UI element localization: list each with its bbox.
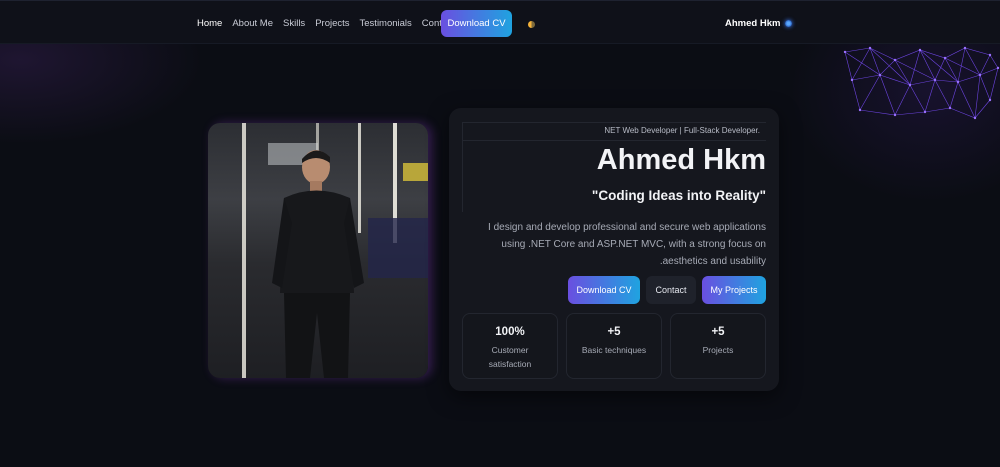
stat-card-techniques: +5 Basic techniques (566, 313, 662, 379)
hero-card: NET Web Developer | Full-Stack Developer… (449, 108, 779, 391)
stat-value: +5 (711, 326, 725, 338)
stat-card-projects: +5 Projects (670, 313, 766, 379)
hero-description: I design and develop professional and se… (488, 222, 766, 267)
job-subtitle: NET Web Developer | Full-Stack Developer… (604, 126, 760, 135)
nav-link-skills[interactable]: Skills (283, 18, 305, 29)
stat-value: 100% (495, 326, 525, 338)
contact-button[interactable]: Contact (646, 276, 696, 304)
divider (462, 140, 766, 141)
globe-dot-icon (785, 20, 793, 27)
hero-tagline: "Coding Ideas into Reality" (591, 188, 766, 203)
download-cv-button[interactable]: Download CV (568, 276, 640, 304)
profile-photo (208, 123, 428, 378)
stat-card-satisfaction: 100% Customer satisfaction (462, 313, 558, 379)
nav-link-home[interactable]: Home (197, 18, 222, 29)
half-moon-icon (527, 20, 535, 28)
nav-link-about[interactable]: About Me (232, 18, 273, 29)
stat-value: +5 (607, 326, 621, 338)
brand[interactable]: Ahmed Hkm (725, 18, 793, 29)
nav-links: Home About Me Skills Projects Testimonia… (197, 18, 465, 29)
nav-download-cv-button[interactable]: Download CV (441, 10, 512, 37)
network-graph-decoration (843, 46, 1000, 120)
top-navigation: Home About Me Skills Projects Testimonia… (0, 0, 1000, 44)
hero-name: Ahmed Hkm (596, 144, 766, 176)
stat-label: Projects (702, 345, 734, 355)
my-projects-button[interactable]: My Projects (702, 276, 766, 304)
person-figure (272, 150, 364, 378)
nav-link-projects[interactable]: Projects (315, 18, 349, 29)
brand-name: Ahmed Hkm (725, 18, 781, 29)
theme-toggle-button[interactable] (522, 15, 540, 33)
nav-link-testimonials[interactable]: Testimonials (360, 18, 412, 29)
stat-label: Basic techniques (581, 345, 647, 355)
stat-label: Customer satisfaction (488, 345, 532, 369)
